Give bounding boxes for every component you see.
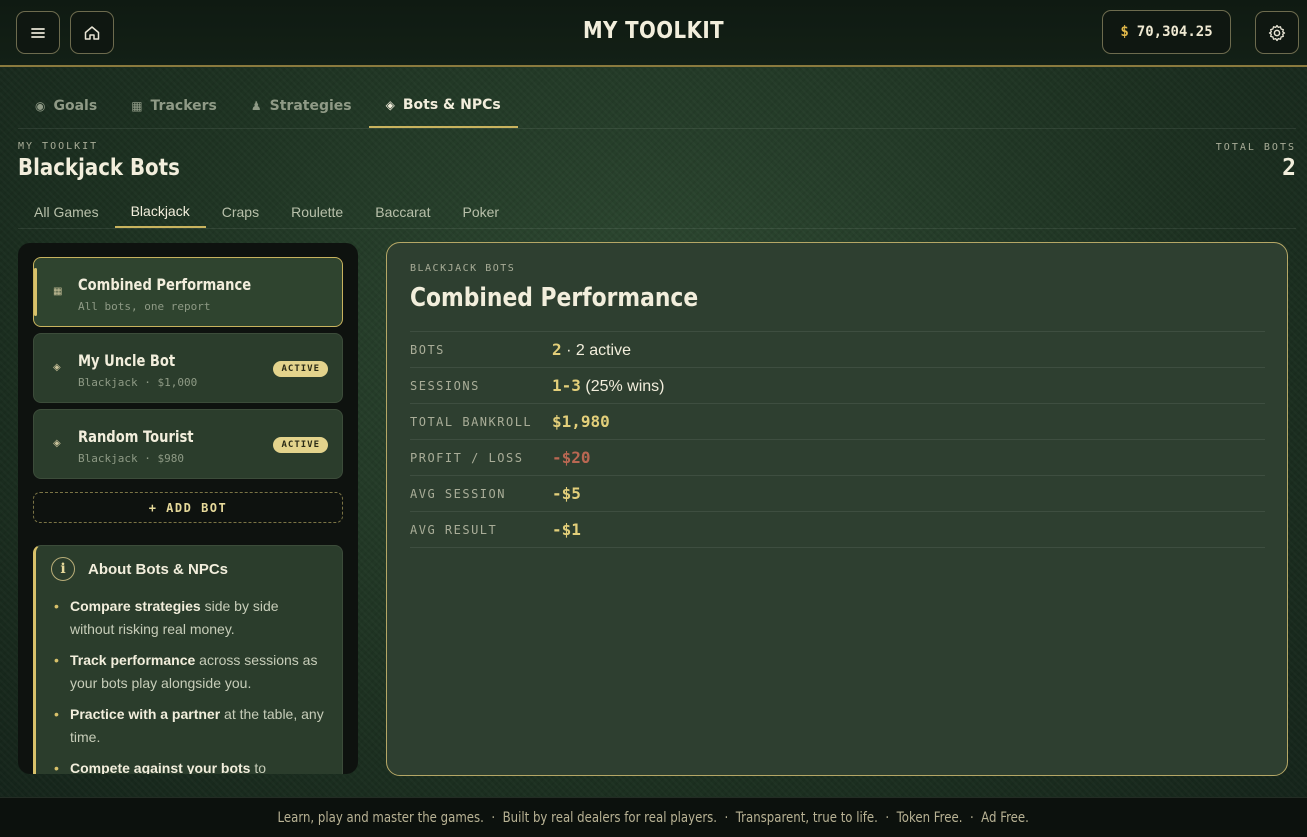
page-title: Blackjack Bots — [18, 155, 180, 181]
stat-value: 2 · 2 active — [552, 339, 632, 359]
stat-label: AVG RESULT — [410, 522, 498, 537]
list-item: Practice with a partner at the table, an… — [54, 703, 324, 749]
footer: Learn, play and master the games. · Buil… — [0, 797, 1307, 837]
menu-button[interactable] — [16, 11, 60, 54]
bot-subtitle: All bots, one report — [78, 300, 211, 313]
main-tabs: ◉ Goals ▦ Trackers ♟ Strategies ◈ Bots &… — [18, 84, 518, 128]
game-tab-blackjack[interactable]: Blackjack — [114, 196, 206, 228]
stat-row-bankroll: TOTAL BANKROLL $1,980 — [410, 403, 1265, 439]
game-tab-roulette[interactable]: Roulette — [275, 196, 359, 228]
stat-value: -$20 — [552, 447, 591, 467]
game-tab-poker[interactable]: Poker — [446, 196, 515, 228]
stat-label: BOTS — [410, 342, 445, 357]
gear-icon — [1268, 24, 1286, 41]
panel-eyebrow: BLACKJACK BOTS — [410, 263, 516, 274]
settings-button[interactable] — [1255, 11, 1299, 54]
panel-title: Combined Performance — [410, 283, 699, 313]
stat-label: PROFIT / LOSS — [410, 450, 524, 465]
total-bots-value: 2 — [1282, 155, 1296, 181]
stat-value: $1,980 — [552, 411, 610, 431]
stat-value: 1-3 (25% wins) — [552, 375, 665, 395]
hamburger-icon — [31, 27, 45, 38]
total-bots-label: TOTAL BOTS — [1215, 142, 1296, 153]
breadcrumb: MY TOOLKIT — [18, 141, 99, 152]
about-bots-card: i About Bots & NPCs Compare strategies s… — [33, 545, 343, 774]
bot-sidebar: ▦ Combined Performance All bots, one rep… — [18, 243, 358, 774]
add-bot-button[interactable]: + ADD BOT — [33, 492, 343, 523]
tab-goals[interactable]: ◉ Goals — [18, 84, 114, 128]
stat-value: -$5 — [552, 483, 581, 503]
game-tab-baccarat[interactable]: Baccarat — [359, 196, 446, 228]
bot-icon: ◈ — [53, 362, 61, 373]
stat-label: SESSIONS — [410, 378, 480, 393]
balance-value: 70,304.25 — [1136, 24, 1213, 40]
stat-row-avg-result: AVG RESULT -$1 — [410, 511, 1265, 547]
tab-label: Strategies — [269, 98, 352, 114]
stat-label: AVG SESSION — [410, 486, 506, 501]
stat-row-sessions: SESSIONS 1-3 (25% wins) — [410, 367, 1265, 403]
about-title: About Bots & NPCs — [88, 561, 228, 578]
game-tab-craps[interactable]: Craps — [206, 196, 275, 228]
list-item: Track performance across sessions as you… — [54, 649, 324, 695]
balance-display[interactable]: $ 70,304.25 — [1102, 10, 1231, 54]
tabs-divider — [18, 128, 1296, 129]
bot-name: Combined Performance — [78, 275, 252, 294]
list-item: Compete against your bots to — [54, 757, 324, 774]
bot-card-my-uncle-bot[interactable]: ◈ My Uncle Bot Blackjack · $1,000 ACTIVE — [33, 333, 343, 403]
footer-text: Learn, play and master the games. · Buil… — [277, 809, 1030, 826]
pawn-icon: ♟ — [250, 99, 262, 113]
game-tabs-divider — [18, 228, 1296, 229]
about-list: Compare strategies side by side without … — [54, 595, 324, 774]
tab-label: Bots & NPCs — [402, 97, 501, 113]
target-icon: ◉ — [35, 99, 46, 113]
bot-name: Random Tourist — [78, 427, 194, 446]
bot-subtitle: Blackjack · $980 — [78, 452, 184, 465]
stats-end-divider — [410, 547, 1265, 548]
stats-table: BOTS 2 · 2 active SESSIONS 1-3 (25% wins… — [410, 331, 1265, 548]
game-tab-all[interactable]: All Games — [18, 196, 115, 228]
stat-value: -$1 — [552, 519, 581, 539]
top-header: MY TOOLKIT $ 70,304.25 — [0, 0, 1307, 67]
tab-bots-npcs[interactable]: ◈ Bots & NPCs — [368, 84, 518, 128]
game-tabs: All Games Blackjack Craps Roulette Bacca… — [18, 196, 515, 228]
info-icon: i — [51, 557, 75, 581]
stat-row-avg-session: AVG SESSION -$5 — [410, 475, 1265, 511]
bot-icon: ◈ — [53, 438, 61, 449]
bot-card-combined[interactable]: ▦ Combined Performance All bots, one rep… — [33, 257, 343, 327]
performance-panel: BLACKJACK BOTS Combined Performance BOTS… — [386, 242, 1288, 776]
app-title: MY TOOLKIT — [582, 18, 725, 44]
currency-symbol: $ — [1120, 24, 1129, 40]
tab-label: Goals — [53, 98, 98, 114]
diamond-icon: ◈ — [385, 98, 395, 112]
tab-trackers[interactable]: ▦ Trackers — [114, 84, 234, 128]
bot-name: My Uncle Bot — [78, 351, 176, 370]
tab-strategies[interactable]: ♟ Strategies — [234, 84, 369, 128]
bot-card-random-tourist[interactable]: ◈ Random Tourist Blackjack · $980 ACTIVE — [33, 409, 343, 479]
tab-label: Trackers — [150, 98, 217, 114]
bot-subtitle: Blackjack · $1,000 — [78, 376, 198, 389]
grid-icon: ▦ — [131, 99, 143, 113]
stat-row-profit-loss: PROFIT / LOSS -$20 — [410, 439, 1265, 475]
stat-row-bots: BOTS 2 · 2 active — [410, 331, 1265, 367]
status-badge: ACTIVE — [273, 437, 328, 453]
stat-label: TOTAL BANKROLL — [410, 414, 533, 429]
report-icon: ▦ — [53, 286, 63, 297]
status-badge: ACTIVE — [273, 361, 328, 377]
list-item: Compare strategies side by side without … — [54, 595, 324, 641]
